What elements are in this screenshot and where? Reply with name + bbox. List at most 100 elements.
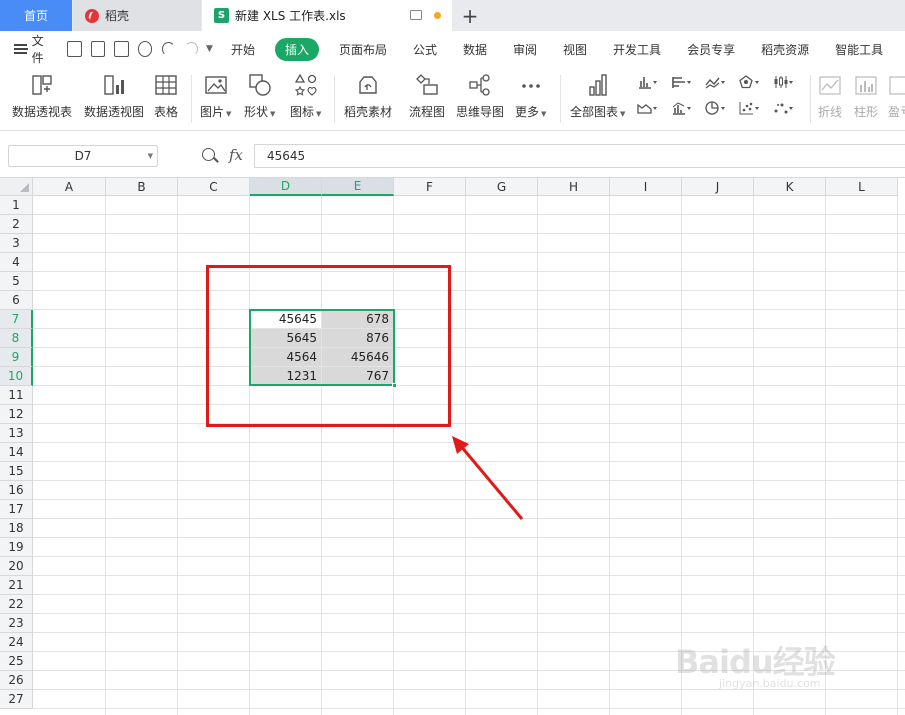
name-box[interactable]: D7 ▼ xyxy=(8,145,158,167)
pie-chart-icon[interactable] xyxy=(705,101,725,115)
row-header-18[interactable]: 18 xyxy=(0,519,33,538)
column-header-i[interactable]: I xyxy=(610,178,682,196)
bar-chart-icon[interactable] xyxy=(671,75,691,89)
row-header-11[interactable]: 11 xyxy=(0,386,33,405)
menu-tab-7[interactable]: 开发工具 xyxy=(613,41,661,58)
row-header-16[interactable]: 16 xyxy=(0,481,33,500)
row-header-27[interactable]: 27 xyxy=(0,690,33,709)
formula-input[interactable]: 45645 xyxy=(254,144,905,168)
radar-chart-icon[interactable] xyxy=(739,75,759,89)
tab-document[interactable]: S 新建 XLS 工作表.xls xyxy=(202,0,452,31)
quick-access-more-icon[interactable]: ▼ xyxy=(206,44,213,54)
menu-tab-1[interactable]: 插入 xyxy=(274,37,319,61)
file-menu[interactable]: 文件 xyxy=(32,32,54,66)
combo-chart-icon[interactable] xyxy=(671,101,691,115)
tab-home[interactable]: 首页 xyxy=(0,0,72,31)
save-icon[interactable] xyxy=(67,41,82,57)
row-header-8[interactable]: 8 xyxy=(0,329,33,348)
menu-tab-6[interactable]: 视图 xyxy=(563,41,587,58)
row-header-26[interactable]: 26 xyxy=(0,671,33,690)
column-header-c[interactable]: C xyxy=(178,178,250,196)
menu-tab-9[interactable]: 稻壳资源 xyxy=(761,41,809,58)
menu-tab-0[interactable]: 开始 xyxy=(231,41,255,58)
area-chart-icon[interactable] xyxy=(637,101,657,115)
row-gridline xyxy=(33,708,905,709)
all-charts-button[interactable]: 全部图表 ▼ xyxy=(570,73,625,120)
row-header-1[interactable]: 1 xyxy=(0,196,33,215)
row-header-25[interactable]: 25 xyxy=(0,652,33,671)
column-chart-icon[interactable] xyxy=(637,75,657,89)
row-header-14[interactable]: 14 xyxy=(0,443,33,462)
menu-tab-4[interactable]: 数据 xyxy=(463,41,487,58)
row-header-23[interactable]: 23 xyxy=(0,614,33,633)
row-header-2[interactable]: 2 xyxy=(0,215,33,234)
column-header-g[interactable]: G xyxy=(466,178,538,196)
column-header-h[interactable]: H xyxy=(538,178,610,196)
export-icon[interactable] xyxy=(90,41,106,57)
scatter-chart-icon[interactable] xyxy=(739,101,759,115)
tab-daoke[interactable]: 稻壳 xyxy=(73,0,201,31)
row-header-24[interactable]: 24 xyxy=(0,633,33,652)
column-header-f[interactable]: F xyxy=(394,178,466,196)
column-header-k[interactable]: K xyxy=(754,178,826,196)
row-header-19[interactable]: 19 xyxy=(0,538,33,557)
row-header-7[interactable]: 7 xyxy=(0,310,33,329)
tab-home-label: 首页 xyxy=(23,9,48,23)
row-header-10[interactable]: 10 xyxy=(0,367,33,386)
menu-tab-2[interactable]: 页面布局 xyxy=(339,41,387,58)
name-box-dropdown-icon[interactable]: ▼ xyxy=(148,152,153,160)
row-gridline xyxy=(33,594,905,595)
sparkline-bar-button[interactable]: 柱形 xyxy=(854,73,878,120)
stock-chart-icon[interactable] xyxy=(773,75,793,89)
select-all-corner[interactable] xyxy=(0,178,33,196)
search-icon[interactable] xyxy=(202,148,215,161)
bubble-chart-icon[interactable] xyxy=(773,101,793,115)
menu-tab-10[interactable]: 智能工具 xyxy=(835,41,883,58)
daoke-material-button[interactable]: 稻壳素材 xyxy=(344,73,392,120)
pivot-table-button[interactable]: 数据透视表 xyxy=(12,73,72,120)
function-fx-icon[interactable]: fx xyxy=(229,146,243,164)
column-header-l[interactable]: L xyxy=(826,178,898,196)
row-header-3[interactable]: 3 xyxy=(0,234,33,253)
mindmap-button[interactable]: 思维导图 xyxy=(456,73,504,120)
row-header-12[interactable]: 12 xyxy=(0,405,33,424)
row-header-4[interactable]: 4 xyxy=(0,253,33,272)
row-header-6[interactable]: 6 xyxy=(0,291,33,310)
shape-button[interactable]: 形状 ▼ xyxy=(244,73,275,120)
sparkline-profit-button[interactable]: 盈亏 xyxy=(888,73,905,120)
row-header-21[interactable]: 21 xyxy=(0,576,33,595)
row-header-5[interactable]: 5 xyxy=(0,272,33,291)
menu-bar: 文件 ▼ 开始 插入 页面布局 公式 数据 审阅 视图 开发工具 会员专享 稻壳资源 智能工具 xyxy=(0,31,905,67)
row-header-17[interactable]: 17 xyxy=(0,500,33,519)
column-gridline xyxy=(105,196,106,715)
undo-icon[interactable] xyxy=(162,42,176,56)
monitor-icon[interactable] xyxy=(410,10,422,20)
column-header-b[interactable]: B xyxy=(106,178,178,196)
row-header-9[interactable]: 9 xyxy=(0,348,33,367)
print-icon[interactable] xyxy=(114,41,129,57)
column-header-j[interactable]: J xyxy=(682,178,754,196)
menu-tab-8[interactable]: 会员专享 xyxy=(687,41,735,58)
column-header-d[interactable]: D xyxy=(250,178,322,196)
row-header-22[interactable]: 22 xyxy=(0,595,33,614)
row-header-20[interactable]: 20 xyxy=(0,557,33,576)
table-button[interactable]: 表格 xyxy=(154,73,178,120)
menu-tab-3[interactable]: 公式 xyxy=(413,41,437,58)
row-header-15[interactable]: 15 xyxy=(0,462,33,481)
menu-tab-5[interactable]: 审阅 xyxy=(513,41,537,58)
spreadsheet-grid[interactable]: A B C D E F G H I J K L 1 2 3 4 5 6 7 8 9 10 11 12 13 14 15 16 17 18 1… xyxy=(0,177,905,715)
hamburger-menu-icon[interactable] xyxy=(14,44,28,54)
column-header-e[interactable]: E xyxy=(322,178,394,196)
picture-button[interactable]: 图片 ▼ xyxy=(200,73,231,120)
row-header-13[interactable]: 13 xyxy=(0,424,33,443)
pivot-chart-button[interactable]: 数据透视图 xyxy=(84,73,144,120)
line-chart-icon[interactable] xyxy=(705,75,725,89)
icon-button[interactable]: 图标 ▼ xyxy=(290,73,321,120)
flowchart-button[interactable]: 流程图 xyxy=(409,73,445,120)
redo-icon[interactable] xyxy=(185,42,199,56)
column-header-a[interactable]: A xyxy=(33,178,106,196)
print-preview-icon[interactable] xyxy=(137,41,153,57)
sparkline-line-button[interactable]: 折线 xyxy=(818,73,842,120)
more-button[interactable]: 更多 ▼ xyxy=(515,73,546,120)
new-tab-button[interactable]: + xyxy=(455,0,485,31)
